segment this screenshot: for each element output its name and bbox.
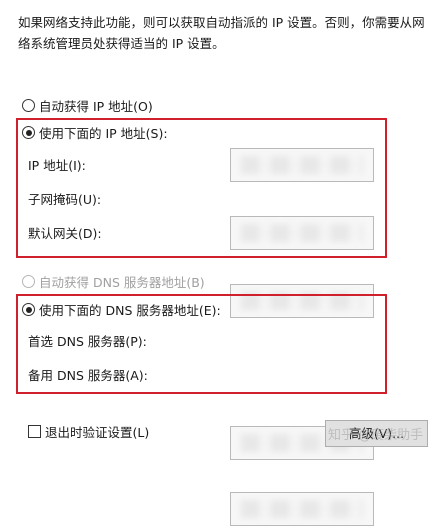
ip-address-value-masked [241, 156, 363, 174]
manual-ip-label: 使用下面的 IP 地址(S): [39, 126, 168, 141]
validate-on-exit-label: 退出时验证设置(L) [45, 425, 150, 440]
subnet-mask-label: 子网掩码(U): [28, 192, 102, 207]
alternate-dns-label: 备用 DNS 服务器(A): [28, 368, 148, 383]
auto-ip-label: 自动获得 IP 地址(O) [39, 99, 153, 114]
watermark-text: 知乎 @废柴助手 [328, 428, 424, 443]
validate-checkbox-box[interactable] [28, 425, 41, 438]
dialog-description: 如果网络支持此功能，则可以获取自动指派的 IP 设置。否则，你需要从网络系统管理… [18, 15, 425, 51]
subnet-mask-value-masked [241, 224, 363, 242]
alternate-dns-field[interactable] [230, 492, 374, 526]
auto-dns-label: 自动获得 DNS 服务器地址(B) [39, 275, 205, 290]
manual-ip-radio[interactable]: 使用下面的 IP 地址(S): [22, 123, 168, 142]
subnet-mask-field[interactable] [230, 216, 374, 250]
preferred-dns-label: 首选 DNS 服务器(P): [28, 334, 147, 349]
manual-dns-label: 使用下面的 DNS 服务器地址(E): [39, 303, 221, 318]
manual-ip-radio-circle[interactable] [22, 126, 35, 139]
auto-ip-radio-circle[interactable] [22, 99, 35, 112]
auto-dns-radio[interactable]: 自动获得 DNS 服务器地址(B) [22, 272, 205, 291]
default-gateway-label: 默认网关(D): [28, 226, 102, 241]
manual-dns-radio[interactable]: 使用下面的 DNS 服务器地址(E): [22, 300, 221, 319]
auto-ip-radio[interactable]: 自动获得 IP 地址(O) [22, 96, 153, 115]
manual-dns-radio-circle[interactable] [22, 303, 35, 316]
validate-on-exit-checkbox[interactable]: 退出时验证设置(L) [28, 422, 149, 441]
alternate-dns-value-masked [241, 500, 363, 518]
ip-address-field[interactable] [230, 148, 374, 182]
ip-address-label: IP 地址(I): [28, 158, 86, 173]
auto-dns-radio-circle[interactable] [22, 275, 35, 288]
